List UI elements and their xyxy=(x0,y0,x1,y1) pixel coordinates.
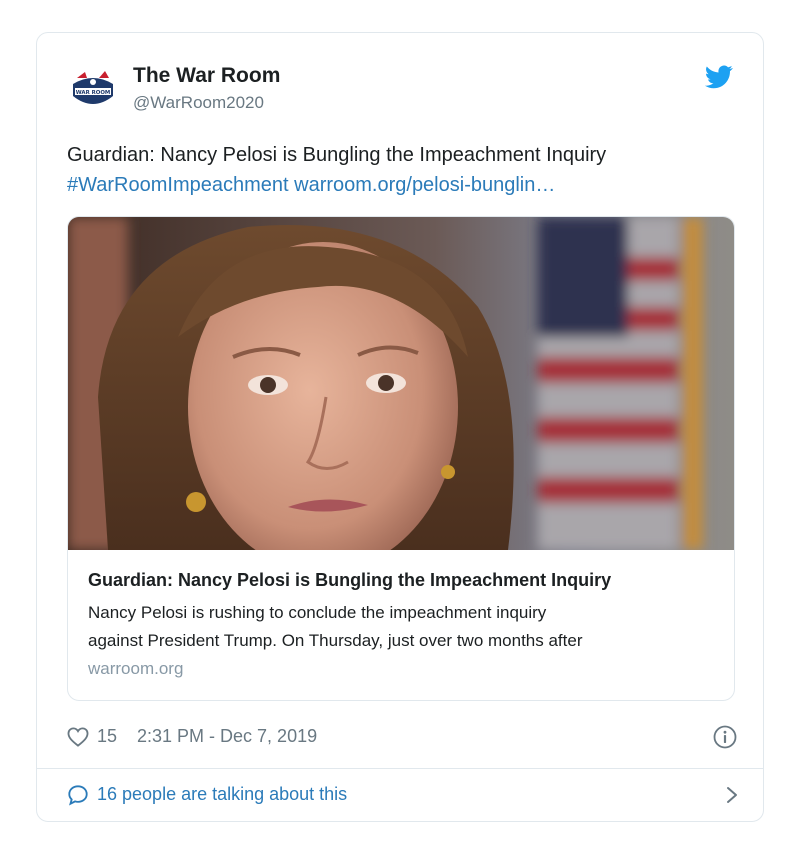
twitter-bird-icon[interactable] xyxy=(705,65,733,89)
chevron-right-icon[interactable] xyxy=(725,785,739,805)
author-handle[interactable]: @WarRoom2020 xyxy=(133,93,264,113)
info-icon[interactable] xyxy=(713,725,737,749)
avatar-logo-text: WAR ROOM xyxy=(76,90,111,96)
article-photo[interactable] xyxy=(68,217,734,550)
talking-about-text[interactable]: 16 people are talking about this xyxy=(97,784,347,805)
footer-divider xyxy=(37,768,763,769)
embedded-tweet-card: WAR ROOM The War Room @WarRoom2020 Guard… xyxy=(36,32,764,822)
link-card-title[interactable]: Guardian: Nancy Pelosi is Bungling the I… xyxy=(88,569,718,591)
tweet-text: Guardian: Nancy Pelosi is Bungling the I… xyxy=(67,140,737,200)
link-card-domain: warroom.org xyxy=(88,659,184,678)
author-display-name[interactable]: The War Room xyxy=(133,64,280,88)
tweet-text-line: Guardian: Nancy Pelosi is Bungling the I… xyxy=(67,144,607,166)
tweet-meta-row: 15 2:31 PM - Dec 7, 2019 xyxy=(67,723,737,753)
heart-icon[interactable] xyxy=(67,727,89,747)
link-card-description-line: Nancy Pelosi is rushing to conclude the … xyxy=(88,603,547,622)
tweet-timestamp[interactable]: 2:31 PM - Dec 7, 2019 xyxy=(137,726,317,747)
conversation-link[interactable]: 16 people are talking about this xyxy=(67,781,739,811)
like-count: 15 xyxy=(97,726,118,746)
article-url-link[interactable]: warroom.org/pelosi-bunglin… xyxy=(294,174,555,196)
link-card-description-line: against President Trump. On Thursday, ju… xyxy=(88,631,583,650)
avatar[interactable]: WAR ROOM xyxy=(67,66,119,118)
tweet-links-line: #WarRoomImpeachment warroom.org/pelosi-b… xyxy=(67,170,737,200)
link-preview-card[interactable]: Guardian: Nancy Pelosi is Bungling the I… xyxy=(67,216,735,701)
link-card-description: Nancy Pelosi is rushing to conclude the … xyxy=(88,599,718,655)
hashtag-link[interactable]: #WarRoomImpeachment xyxy=(67,174,289,196)
speech-bubble-icon xyxy=(68,785,88,806)
link-card-body: Guardian: Nancy Pelosi is Bungling the I… xyxy=(88,569,718,679)
